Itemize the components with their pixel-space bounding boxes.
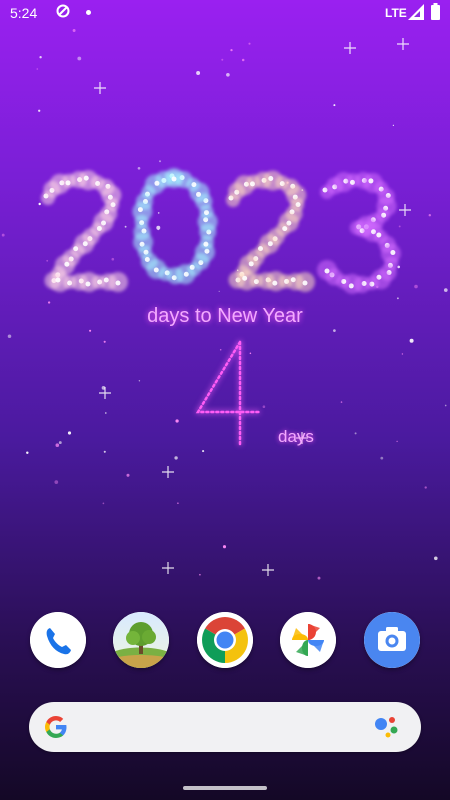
chrome-icon[interactable] <box>197 612 253 668</box>
days-remaining-number <box>192 338 262 450</box>
assistant-icon[interactable] <box>373 715 399 739</box>
year-digit <box>40 170 128 296</box>
app-dock <box>0 610 450 674</box>
countdown-label: days to New Year <box>147 305 303 327</box>
google-search-bar[interactable] <box>29 702 421 752</box>
phone-app-icon[interactable] <box>30 612 86 668</box>
year-digit <box>317 170 401 296</box>
google-g-icon[interactable] <box>43 714 69 740</box>
year-display <box>40 168 401 310</box>
year-digit <box>225 170 315 296</box>
navigation-handle[interactable] <box>183 786 267 790</box>
days-unit-label: days <box>278 427 314 446</box>
wallpaper-tree-icon[interactable] <box>113 612 169 668</box>
photos-icon[interactable] <box>280 612 336 668</box>
year-digit <box>132 168 218 296</box>
camera-icon[interactable] <box>364 612 420 668</box>
